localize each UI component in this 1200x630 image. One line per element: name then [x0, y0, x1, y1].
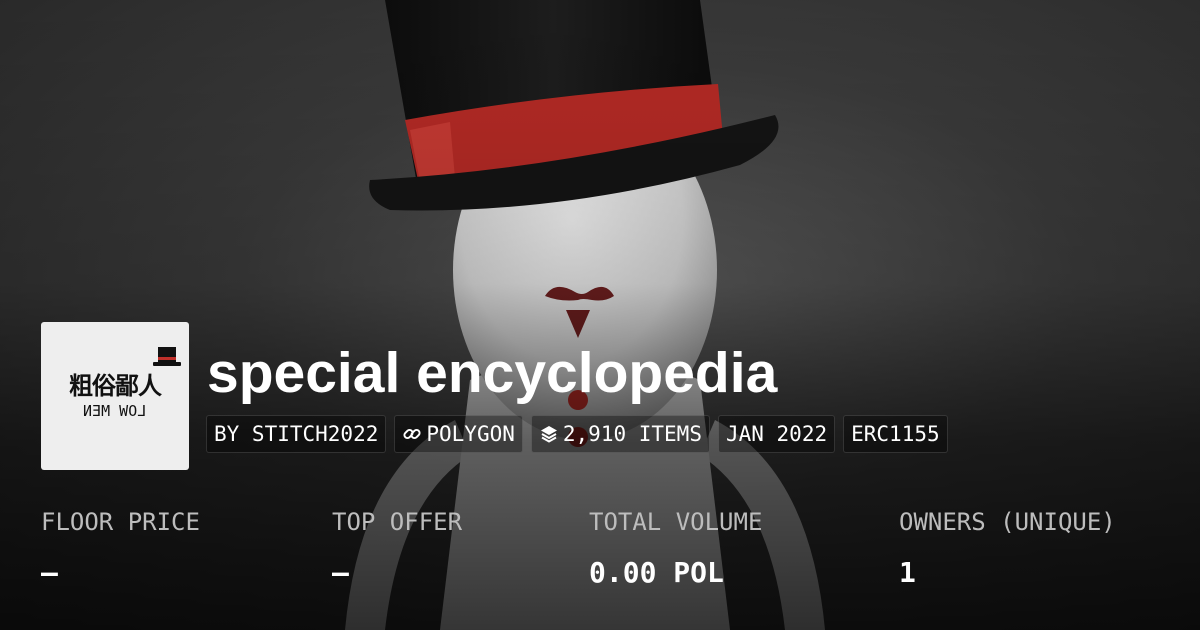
layers-icon	[539, 424, 559, 444]
stat-top-offer: TOP OFFER –	[332, 505, 462, 590]
creator-tag[interactable]: BY STITCH2022	[206, 415, 387, 453]
collection-title: special encyclopedia	[207, 341, 778, 405]
stat-floor-price: FLOOR PRICE –	[41, 505, 200, 590]
date-tag: JAN 2022	[717, 415, 836, 453]
chain-tag[interactable]: POLYGON	[394, 415, 523, 453]
stat-value: 1	[899, 556, 916, 589]
standard-tag: ERC1155	[843, 415, 948, 453]
items-tag[interactable]: 2,910 ITEMS	[530, 415, 710, 453]
stat-total-volume: TOTAL VOLUME 0.00 POL	[589, 505, 762, 590]
logo-english-text: LOW MEN	[41, 402, 189, 420]
logo-chinese-text: 粗俗鄙人	[69, 371, 162, 400]
stat-label: TOTAL VOLUME	[589, 508, 763, 536]
stat-owners: OWNERS (UNIQUE) 1	[899, 505, 1116, 590]
link-icon	[402, 424, 422, 444]
chain-tag-label: POLYGON	[426, 422, 515, 446]
stat-label: FLOOR PRICE	[41, 508, 200, 536]
stat-value: –	[332, 556, 349, 589]
stat-label: TOP OFFER	[332, 508, 463, 536]
stat-label: OWNERS (UNIQUE)	[899, 508, 1116, 536]
items-tag-label: 2,910 ITEMS	[562, 422, 702, 446]
standard-tag-label: ERC1155	[851, 422, 940, 446]
creator-tag-label: BY STITCH2022	[214, 422, 379, 446]
stat-value: –	[41, 556, 58, 589]
logo-english-mirrored-text: LOW MEN	[83, 402, 147, 420]
stat-value: 0.00 POL	[589, 556, 724, 589]
collection-tags: BY STITCH2022 POLYGON 2,910 ITEMS JAN 20…	[206, 415, 948, 453]
collection-avatar: 粗俗鄙人 LOW MEN	[41, 322, 189, 470]
date-tag-label: JAN 2022	[725, 422, 828, 446]
